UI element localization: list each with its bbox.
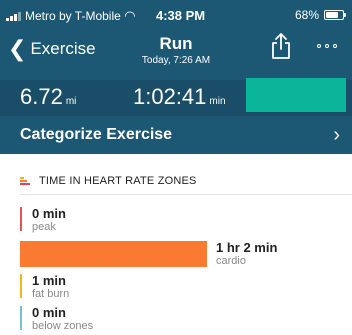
zone-fat-burn-text: 1 min fat burn: [32, 273, 70, 301]
chevron-right-icon: ›: [333, 123, 340, 146]
zone-below-label: below zones: [32, 320, 94, 332]
zone-below-bar: [20, 306, 22, 330]
nav-title-block: Run Today, 7:26 AM: [0, 34, 352, 67]
zone-fat-burn-bar: [20, 274, 22, 298]
status-time: 4:38 PM: [156, 8, 206, 23]
zone-peak-label: peak: [32, 221, 56, 233]
categorize-exercise-row[interactable]: Categorize Exercise ›: [0, 116, 352, 154]
zone-below-text: 0 min below zones: [32, 305, 94, 333]
zone-cardio-value: 1 hr 2 min: [216, 240, 278, 255]
zone-peak-text: 0 min peak: [32, 206, 66, 234]
zone-below-value: 0 min: [32, 305, 66, 320]
status-left: Metro by T-Mobile ◠: [6, 8, 135, 24]
zone-cardio-label: cardio: [216, 255, 246, 267]
zone-peak-value: 0 min: [32, 206, 66, 221]
zones-section-header: TIME IN HEART RATE ZONES: [20, 175, 197, 187]
duration-stat: 1:02:41 min: [133, 84, 226, 110]
signal-icon: [6, 11, 21, 21]
distance-unit: mi: [65, 96, 77, 107]
wifi-icon: ◠: [124, 8, 135, 23]
section-divider: [20, 194, 352, 195]
more-options-icon[interactable]: [317, 44, 337, 48]
zones-header-label: TIME IN HEART RATE ZONES: [39, 175, 197, 187]
status-right: 68%: [294, 8, 346, 22]
zone-cardio-text: 1 hr 2 min cardio: [216, 240, 278, 268]
duration-value: 1:02:41: [133, 84, 207, 109]
zone-fat-burn-label: fat burn: [32, 288, 70, 300]
zone-peak-bar: [20, 207, 22, 231]
distance-value: 6.72: [20, 84, 63, 109]
nav-bar: Metro by T-Mobile ◠ 4:38 PM 68% ❮ Exerci…: [0, 0, 352, 80]
categorize-label: Categorize Exercise: [20, 126, 173, 143]
distance-stat: 6.72 mi: [20, 84, 76, 110]
page-subtitle: Today, 7:26 AM: [141, 55, 211, 66]
battery-percent: 68%: [294, 8, 319, 22]
heart-rate-graph-thumbnail: [246, 78, 346, 112]
battery-icon: [324, 10, 346, 20]
heart-rate-zones-icon: [20, 177, 30, 185]
duration-unit: min: [209, 96, 226, 107]
status-bar: Metro by T-Mobile ◠ 4:38 PM 68%: [0, 0, 352, 38]
share-icon[interactable]: [270, 32, 292, 60]
zone-cardio-bar: [20, 241, 207, 267]
carrier-name: Metro by T-Mobile: [25, 9, 121, 23]
zone-fat-burn-value: 1 min: [32, 273, 66, 288]
page-title: Run: [159, 34, 193, 53]
